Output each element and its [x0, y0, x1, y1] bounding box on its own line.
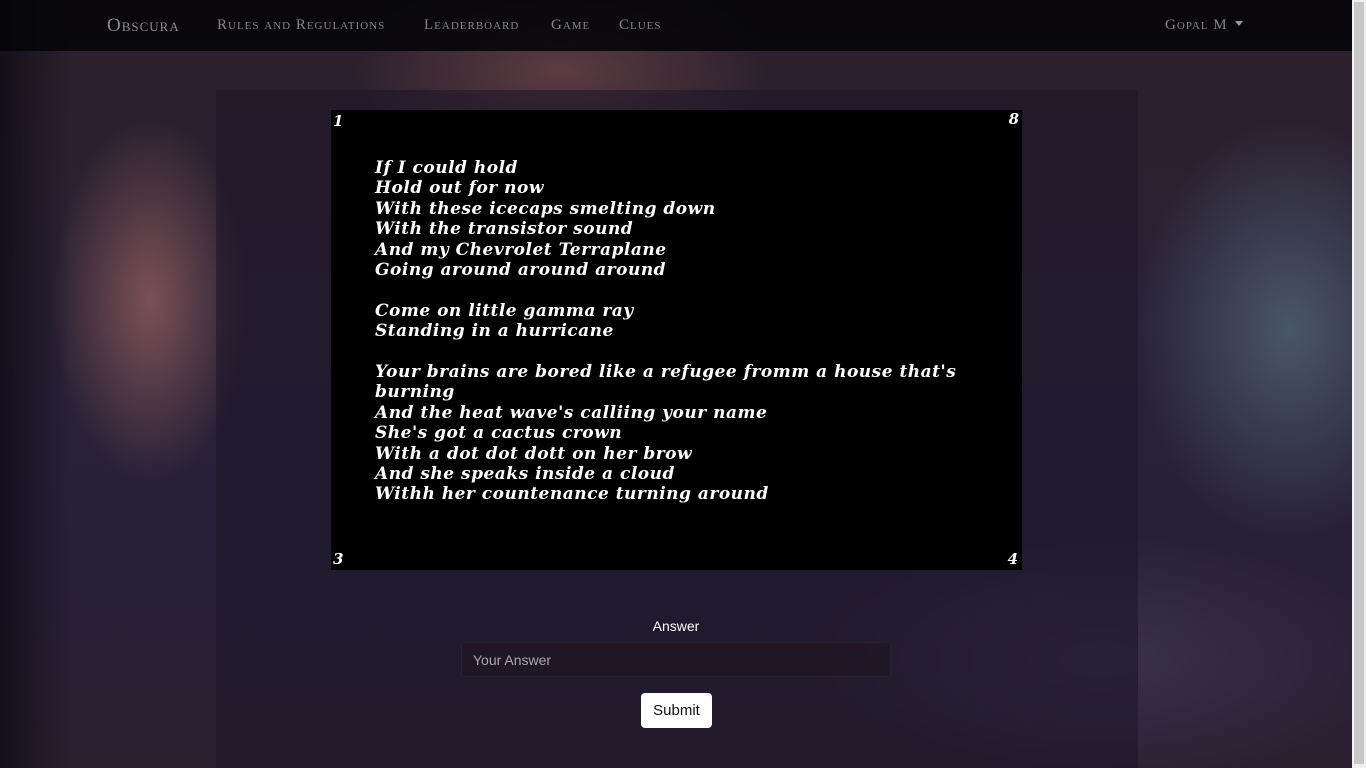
- lyric-line: And the heat wave's calliing your name: [375, 402, 768, 423]
- nav-link-leaderboard[interactable]: Leaderboard: [424, 17, 519, 34]
- corner-number-top-left: 1: [333, 112, 344, 130]
- background-shade: [0, 0, 70, 768]
- lyric-line: Hold out for now: [375, 178, 544, 199]
- puzzle-clue-box: 1 8 3 4 If I could hold Hold out for now W…: [331, 110, 1022, 570]
- answer-input[interactable]: [461, 642, 891, 677]
- answer-label: Answer: [652, 618, 700, 634]
- user-name: Gopal M: [1165, 17, 1228, 33]
- lyric-line: She's got a cactus crown: [375, 423, 623, 444]
- nav-link-clues[interactable]: Clues: [619, 17, 662, 34]
- brand-logo[interactable]: Obscura: [107, 15, 180, 37]
- lyric-line: If I could hold: [375, 158, 518, 178]
- nav-link-rules[interactable]: Rules and Regulations: [217, 17, 385, 34]
- lyric-line: And my Chevrolet Terraplane: [375, 239, 667, 260]
- lyric-line: With the transistor sound: [375, 219, 634, 240]
- caret-down-icon: [1234, 21, 1243, 27]
- corner-number-top-right: 8: [1008, 110, 1019, 128]
- lyric-line: burning: [375, 382, 455, 403]
- nav-link-game[interactable]: Game: [551, 17, 590, 34]
- lyric-line: With these icecaps smelting down: [375, 198, 716, 219]
- lyric-line: Standing in a hurricane: [375, 321, 614, 342]
- submit-button[interactable]: Submit: [641, 693, 712, 728]
- lyric-line: Come on little gamma ray: [375, 300, 634, 321]
- lyric-line: With a dot dot dott on her brow: [375, 443, 693, 464]
- lyric-line: Going around around around: [375, 260, 667, 281]
- corner-number-bottom-left: 3: [333, 550, 344, 568]
- scrollbar-thumb[interactable]: [1354, 2, 1364, 764]
- lyrics-text: If I could hold Hold out for now With thes…: [375, 158, 975, 505]
- lyric-blank-line: [375, 342, 975, 362]
- corner-number-bottom-right: 4: [1007, 550, 1018, 568]
- lyric-blank-line: [375, 280, 975, 300]
- top-navbar: Obscura Rules and Regulations Leaderboar…: [0, 0, 1352, 51]
- lyric-line: And she speaks inside a cloud: [375, 464, 675, 485]
- lyric-line: Withh her countenance turning around: [375, 484, 769, 505]
- user-menu-dropdown[interactable]: Gopal M: [1165, 17, 1243, 34]
- page-scrollbar[interactable]: [1352, 0, 1366, 768]
- lyric-line: Your brains are bored like a refugee fro…: [375, 362, 957, 383]
